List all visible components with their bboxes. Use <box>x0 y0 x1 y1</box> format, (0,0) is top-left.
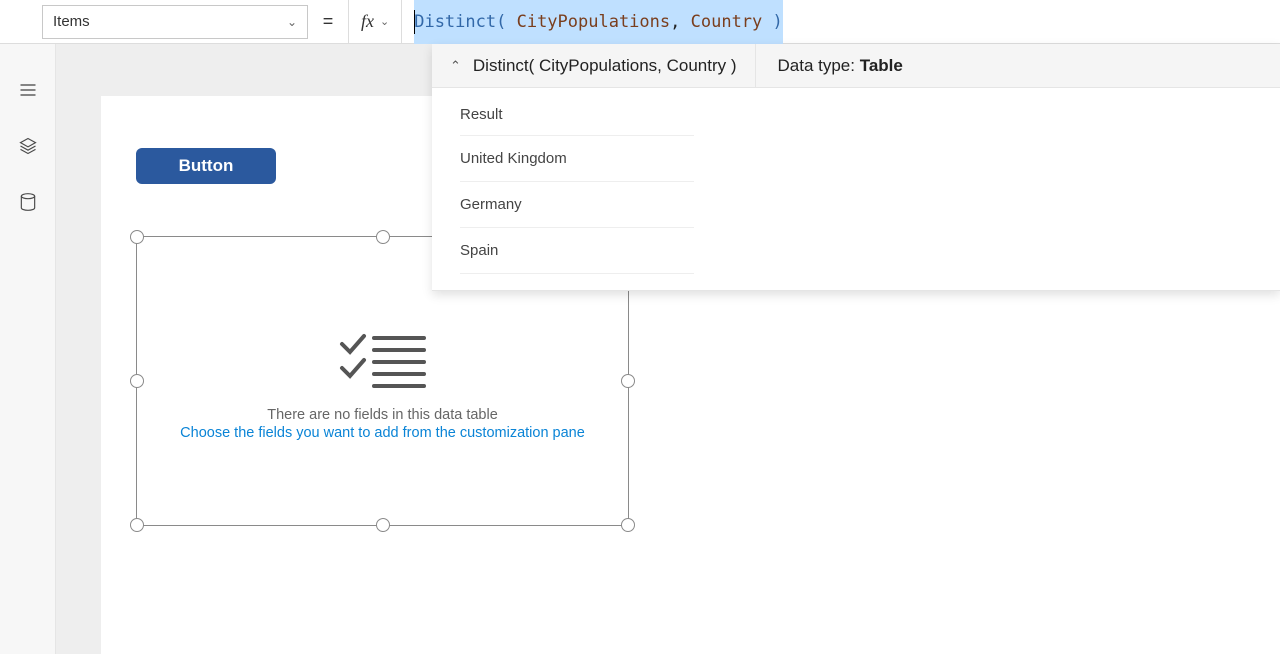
data-table-empty-state: There are no fields in this data table C… <box>137 332 628 441</box>
fx-button[interactable]: fx ⌄ <box>348 0 402 44</box>
result-row: Spain <box>460 228 694 274</box>
property-selector-value: Items <box>53 13 90 30</box>
result-column-header: Result <box>460 96 694 136</box>
checklist-icon <box>338 332 428 393</box>
intellisense-signature-cell: ⌃ Distinct( CityPopulations, Country ) <box>432 44 756 87</box>
canvas-button-control[interactable]: Button <box>136 148 276 184</box>
intellisense-results: Result United Kingdom Germany Spain <box>432 88 722 290</box>
property-selector[interactable]: Items ⌄ <box>42 5 308 39</box>
resize-handle-n[interactable] <box>376 230 390 244</box>
formula-token-close: ) <box>773 12 783 32</box>
resize-handle-sw[interactable] <box>130 518 144 532</box>
formula-token-open: ( <box>496 12 516 32</box>
intellisense-signature: Distinct( CityPopulations, Country ) <box>473 56 737 76</box>
empty-state-line1: There are no fields in this data table <box>137 407 628 423</box>
intellisense-panel: ⌃ Distinct( CityPopulations, Country ) D… <box>432 44 1280 291</box>
canvas-button-label: Button <box>179 156 234 176</box>
datatype-label: Data type: <box>778 56 860 75</box>
formula-token-arg2: Country <box>691 12 763 32</box>
database-icon[interactable] <box>18 192 38 212</box>
chevron-up-icon[interactable]: ⌃ <box>450 58 461 74</box>
menu-icon[interactable] <box>18 80 38 100</box>
resize-handle-nw[interactable] <box>130 230 144 244</box>
formula-token-comma: , <box>670 12 680 32</box>
left-rail <box>0 44 56 654</box>
result-row: United Kingdom <box>460 136 694 182</box>
formula-token-arg1: CityPopulations <box>517 12 671 32</box>
layers-icon[interactable] <box>18 136 38 156</box>
empty-state-link[interactable]: Choose the fields you want to add from t… <box>137 425 628 441</box>
fx-label: fx <box>361 11 374 32</box>
equals-sign: = <box>308 11 348 32</box>
formula-token-fn: Distinct <box>414 12 496 32</box>
formula-token-sp2 <box>762 12 772 32</box>
chevron-down-icon: ⌄ <box>380 15 389 28</box>
formula-input[interactable]: Distinct( CityPopulations, Country ) <box>402 0 1280 44</box>
resize-handle-s[interactable] <box>376 518 390 532</box>
result-row: Germany <box>460 182 694 228</box>
resize-handle-se[interactable] <box>621 518 635 532</box>
intellisense-header: ⌃ Distinct( CityPopulations, Country ) D… <box>432 44 1280 88</box>
formula-bar: Items ⌄ = fx ⌄ Distinct( CityPopulations… <box>0 0 1280 44</box>
formula-token-sp <box>680 12 690 32</box>
text-cursor <box>414 10 415 34</box>
intellisense-datatype: Data type: Table <box>756 56 925 76</box>
chevron-down-icon: ⌄ <box>287 15 297 29</box>
datatype-value: Table <box>860 56 903 75</box>
